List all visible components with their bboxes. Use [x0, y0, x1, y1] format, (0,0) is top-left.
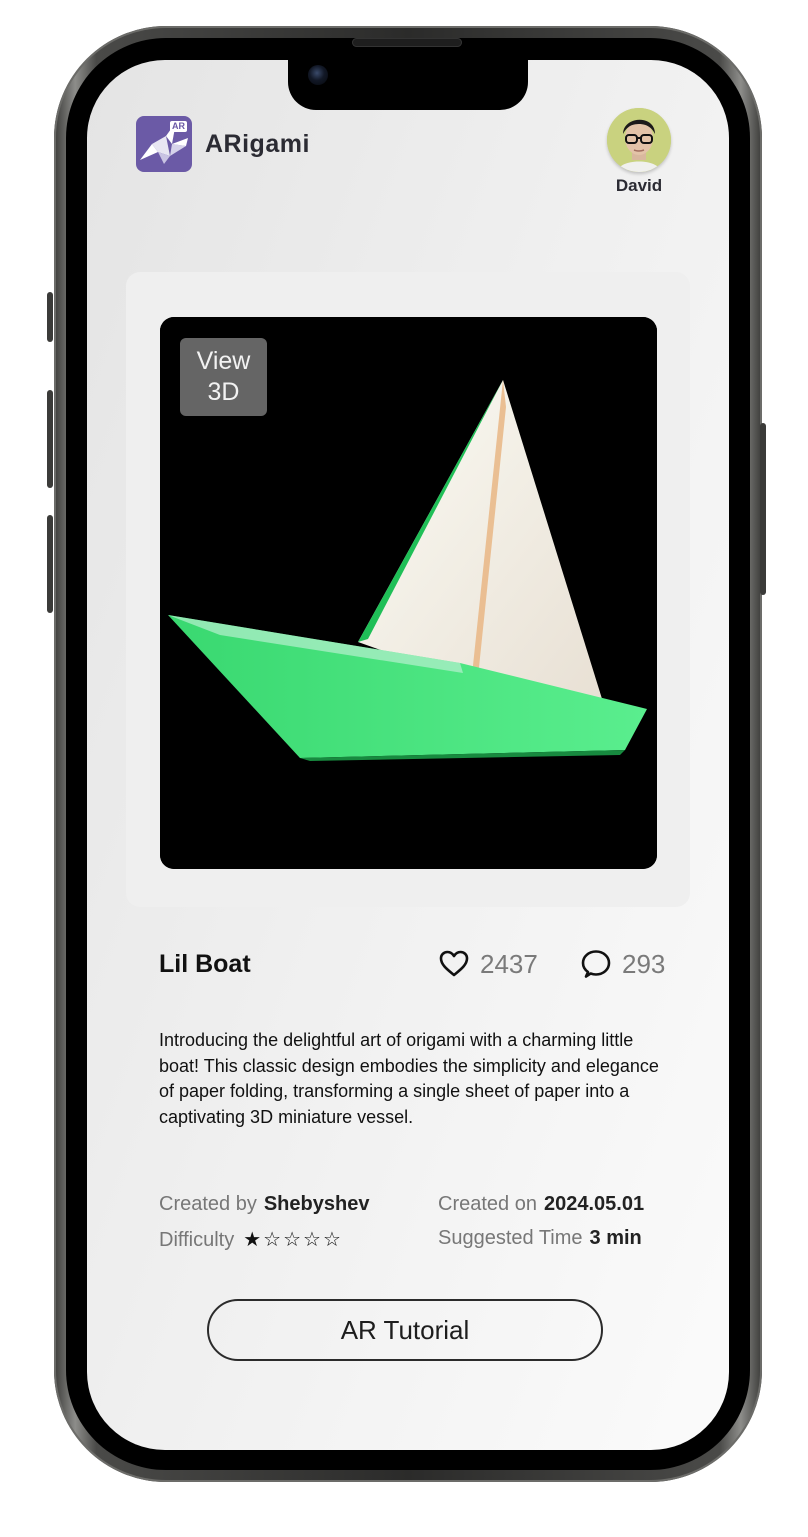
heart-icon: [439, 950, 469, 977]
comment-count: 293: [622, 948, 666, 979]
created-on: Created on 2024.05.01: [438, 1193, 644, 1216]
like-count: 2437: [480, 948, 538, 979]
comment-bubble-icon: [581, 950, 611, 978]
user-name: David: [615, 176, 663, 195]
difficulty-stars: ★☆☆☆☆: [243, 1229, 343, 1251]
speaker-grille: [352, 38, 462, 47]
front-camera: [308, 65, 328, 85]
user-avatar-icon: [607, 108, 671, 172]
item-description: Introducing the delightful art of origam…: [159, 1030, 659, 1127]
page: AR ARigami David View 3D Lil Boat 2437 2…: [0, 0, 808, 1537]
mute-switch: [47, 292, 53, 342]
suggested-time-label: Suggested Time: [438, 1227, 583, 1249]
suggested-time-value: 3 min: [589, 1227, 642, 1249]
suggested-time: Suggested Time 3 min: [438, 1227, 642, 1250]
app-title: ARigami: [205, 130, 310, 158]
view-3d-button[interactable]: View 3D: [180, 338, 267, 416]
volume-down-button: [47, 515, 53, 613]
difficulty: Difficulty ★☆☆☆☆: [159, 1227, 343, 1252]
created-by-label: Created by: [159, 1193, 257, 1215]
power-button: [760, 423, 766, 595]
created-on-label: Created on: [438, 1193, 537, 1215]
created-by: Created by Shebyshev: [159, 1193, 369, 1216]
difficulty-label: Difficulty: [159, 1229, 235, 1251]
comment-button[interactable]: 293: [581, 947, 665, 981]
avatar[interactable]: [607, 108, 671, 172]
volume-up-button: [47, 390, 53, 488]
app-screen: AR ARigami David View 3D Lil Boat 2437 2…: [87, 60, 729, 1450]
created-by-value[interactable]: Shebyshev: [264, 1193, 370, 1215]
created-on-value: 2024.05.01: [543, 1193, 645, 1215]
like-button[interactable]: 2437: [439, 947, 538, 981]
logo-ar-badge: AR: [170, 121, 187, 132]
view-3d-label-line1: View: [196, 347, 251, 375]
item-title: Lil Boat: [159, 950, 251, 978]
app-logo: AR: [136, 116, 192, 172]
view-3d-label-line2: 3D: [207, 378, 240, 406]
ar-tutorial-button[interactable]: AR Tutorial: [207, 1299, 603, 1361]
